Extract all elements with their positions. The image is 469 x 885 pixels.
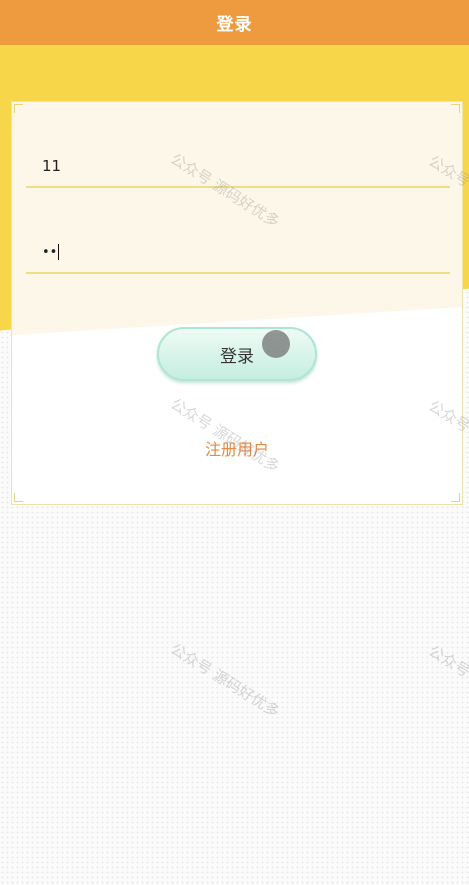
page-title: 登录 [216, 15, 253, 35]
touch-indicator [262, 330, 290, 358]
corner-ornament [451, 104, 460, 113]
corner-ornament [14, 104, 23, 113]
watermark: 公众号 源码好优多 [167, 639, 283, 722]
password-field[interactable]: •• [26, 232, 450, 274]
title-bar: 登录 [0, 0, 469, 45]
text-cursor [58, 244, 60, 260]
login-button-label: 登录 [220, 346, 254, 367]
username-field[interactable]: 11 [26, 146, 450, 188]
login-button[interactable]: 登录 [157, 327, 317, 381]
register-link[interactable]: 注册用户 [12, 436, 462, 460]
corner-ornament [451, 493, 460, 502]
username-value: 11 [42, 157, 62, 175]
watermark: 公众号 源码好优多 [425, 641, 469, 723]
corner-ornament [14, 493, 23, 502]
login-card: 11 •• 登录 注册用户 [11, 101, 463, 505]
password-value: •• [42, 244, 58, 260]
